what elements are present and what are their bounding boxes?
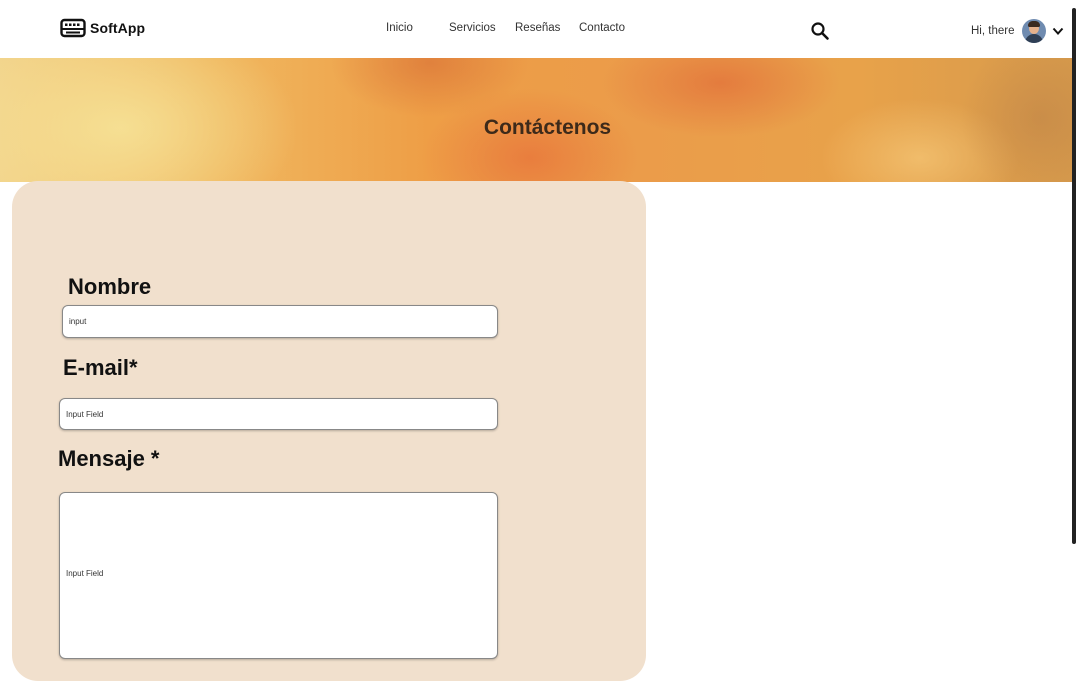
message-textarea[interactable] (59, 492, 498, 659)
nav-inicio[interactable]: Inicio (386, 22, 413, 34)
chevron-down-icon[interactable] (1052, 26, 1064, 36)
name-input[interactable] (62, 305, 498, 338)
page-title: Contáctenos (483, 116, 612, 140)
page-scrollbar[interactable] (1072, 8, 1076, 544)
nav-servicios[interactable]: Servicios (449, 22, 496, 34)
email-label: E-mail* (63, 355, 138, 380)
top-header: SoftApp Inicio Servicios Reseñas Contact… (0, 0, 1079, 58)
user-greeting: Hi, there (971, 25, 1015, 37)
name-label: Nombre (68, 274, 152, 299)
search-icon[interactable] (810, 21, 830, 41)
nav-resenas[interactable]: Reseñas (515, 22, 560, 34)
hero-banner: Contáctenos (0, 58, 1072, 182)
nav-contacto[interactable]: Contacto (579, 22, 625, 34)
user-menu[interactable]: Hi, there (971, 17, 1064, 45)
brand-name: SoftApp (90, 20, 146, 36)
avatar[interactable] (1022, 19, 1047, 43)
message-label: Mensaje * (58, 446, 160, 471)
brand-logo[interactable]: SoftApp (60, 16, 145, 40)
keyboard-icon (60, 18, 86, 38)
email-input[interactable] (59, 398, 498, 430)
